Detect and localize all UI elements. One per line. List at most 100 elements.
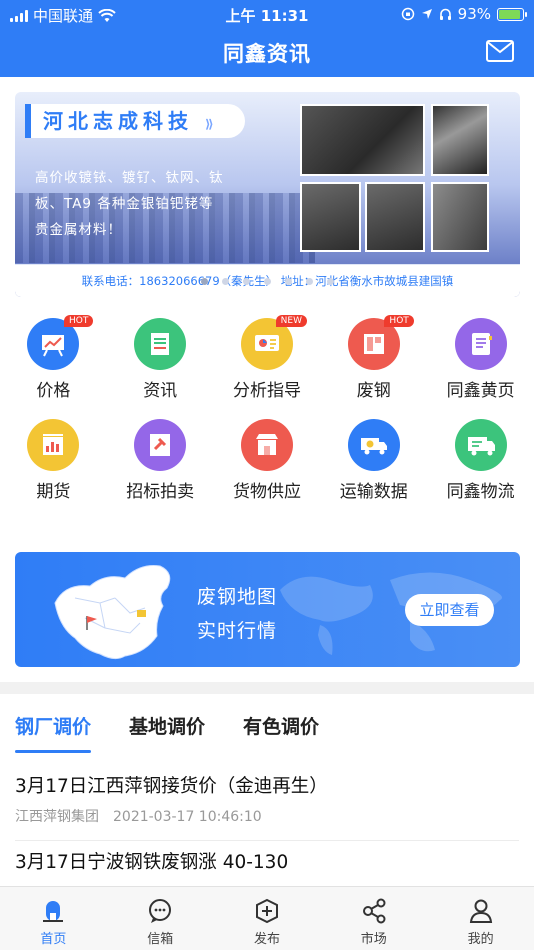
home-icon — [43, 901, 64, 922]
banner-photo — [300, 104, 425, 176]
category-label: 资讯 — [143, 381, 178, 401]
scrap-map-card[interactable]: 废钢地图 实时行情 立即查看 — [15, 552, 520, 667]
category-item[interactable]: 期货 — [0, 419, 107, 502]
headphones-icon — [439, 8, 451, 20]
category-item[interactable]: 招标拍卖 — [107, 419, 214, 502]
tab-1[interactable]: 基地调价 — [129, 712, 205, 753]
category-label: 同鑫物流 — [446, 482, 515, 502]
scrap-steel-icon — [363, 334, 384, 354]
tab-0[interactable]: 钢厂调价 — [15, 712, 92, 753]
arrows-icon: ⟫ — [204, 117, 214, 131]
map-card-subtitle: 实时行情 — [197, 620, 278, 642]
battery-level — [499, 9, 521, 19]
category-item[interactable]: 同鑫物流 — [427, 419, 534, 502]
category-icon-circle: HOT — [347, 315, 414, 370]
category-grid: HOT 价格 资讯 NEW 分析指导 HOT 废钢 同鑫黄页期货 招标拍卖 货物供应 运输数据 同鑫物… — [0, 315, 534, 502]
price-tabs: 钢厂调价 基地调价 有色调价 — [15, 712, 319, 753]
profile-icon — [469, 899, 492, 923]
status-bar: 中国联通 上午 11:31 93% — [0, 0, 534, 28]
badge-hot: HOT — [384, 315, 414, 327]
tabbar-item-market-share[interactable]: 市场 — [320, 887, 427, 950]
logistics-truck-icon — [467, 437, 495, 456]
tabbar-item-home[interactable]: 首页 — [0, 887, 107, 950]
carousel-dot[interactable] — [201, 278, 208, 285]
section-divider — [0, 682, 534, 694]
app-root: 中国联通 上午 11:31 93% 同鑫资讯 河北志成科技 ⟫ 高价收镀铱、镀钌… — [0, 0, 534, 950]
auction-icon — [150, 434, 171, 456]
futures-icon — [43, 434, 64, 455]
view-now-button[interactable]: 立即查看 — [405, 594, 494, 626]
news-title: 3月17日江西萍钢接货价（金迪再生） — [15, 776, 328, 797]
orientation-lock-icon — [401, 7, 414, 21]
category-icon-circle — [240, 419, 293, 471]
news-item[interactable]: 3月17日江西萍钢接货价（金迪再生） 江西萍钢集团 2021-03-17 10:46… — [0, 770, 534, 846]
banner-photos — [300, 104, 490, 264]
map-card-title: 废钢地图 — [197, 586, 278, 608]
carousel-dot[interactable] — [222, 278, 229, 285]
badge-hot: HOT — [64, 315, 94, 327]
category-icon-circle: HOT — [27, 315, 94, 370]
tabbar-item-message[interactable]: 信箱 — [107, 887, 214, 950]
carousel-dot[interactable] — [327, 278, 334, 285]
banner-brand: 河北志成科技 ⟫ — [25, 104, 245, 138]
banner-photo — [431, 104, 489, 176]
shop-icon — [255, 434, 278, 455]
market-share-icon — [362, 898, 386, 924]
tab-2[interactable]: 有色调价 — [243, 712, 319, 753]
tabbar-label: 发布 — [253, 932, 280, 947]
news-icon — [151, 333, 170, 355]
category-icon-circle — [347, 419, 400, 471]
tabbar-label: 市场 — [360, 932, 387, 947]
analysis-icon — [254, 335, 279, 351]
category-item[interactable]: HOT 废钢 — [320, 315, 427, 401]
price-board-icon — [42, 335, 65, 357]
category-item[interactable]: NEW 分析指导 — [214, 315, 321, 401]
category-item[interactable]: 运输数据 — [320, 419, 427, 502]
china-map-icon — [54, 565, 171, 660]
banner-photo — [364, 182, 425, 252]
category-label: 招标拍卖 — [126, 482, 195, 502]
category-label: 废钢 — [356, 381, 391, 401]
news-time: 2021-03-17 10:46:10 — [113, 809, 262, 825]
publish-icon — [255, 898, 278, 924]
news-source: 江西萍钢集团 — [15, 809, 99, 825]
tabbar-item-profile[interactable]: 我的 — [427, 887, 534, 950]
tabbar-item-publish[interactable]: 发布 — [214, 887, 321, 950]
battery-icon — [497, 7, 527, 21]
page-title: 同鑫资讯 — [223, 42, 311, 66]
category-item[interactable]: 货物供应 — [214, 419, 321, 502]
carousel-dots[interactable] — [15, 270, 520, 289]
category-icon-circle — [134, 318, 187, 370]
badge-new: NEW — [275, 315, 307, 327]
category-item[interactable]: 资讯 — [107, 318, 214, 401]
category-label: 运输数据 — [339, 482, 408, 502]
category-item[interactable]: 同鑫黄页 — [427, 318, 534, 401]
carousel-dot[interactable] — [243, 278, 250, 285]
category-icon-circle — [134, 419, 187, 471]
carousel-dot[interactable] — [285, 278, 292, 285]
tabbar-label: 信箱 — [147, 932, 174, 947]
category-label: 价格 — [36, 381, 71, 401]
news-meta: 江西萍钢集团 2021-03-17 10:46:10 — [15, 806, 519, 826]
category-item[interactable]: HOT 价格 — [0, 315, 107, 401]
category-icon-circle — [454, 419, 507, 471]
tabbar-label: 我的 — [467, 932, 494, 947]
carousel-dot[interactable] — [306, 278, 313, 285]
category-label: 同鑫黄页 — [446, 381, 515, 401]
banner-brand-text: 河北志成科技 — [43, 109, 193, 133]
transport-data-icon — [360, 438, 387, 455]
category-label: 分析指导 — [232, 381, 301, 401]
carousel-dot[interactable] — [264, 278, 271, 285]
category-label: 货物供应 — [232, 482, 301, 502]
banner-photo — [431, 182, 489, 252]
banner-photo — [300, 182, 361, 252]
mail-icon[interactable] — [486, 40, 514, 62]
status-right: 93% — [401, 5, 527, 23]
banner-photo-pair — [300, 182, 425, 252]
bottom-tab-bar: 首页 信箱 发布 市场 我的 — [0, 886, 534, 950]
tabbar-label: 首页 — [40, 932, 67, 947]
yellow-pages-icon — [471, 333, 492, 355]
news-title: 3月17日宁波钢铁废钢涨 40-130 — [15, 852, 289, 873]
battery-percent: 93% — [457, 5, 491, 23]
ad-banner[interactable]: 河北志成科技 ⟫ 高价收镀铱、镀钌、钛网、钛板、TA9 各种金银铂钯铑等贵金属材… — [15, 92, 520, 297]
